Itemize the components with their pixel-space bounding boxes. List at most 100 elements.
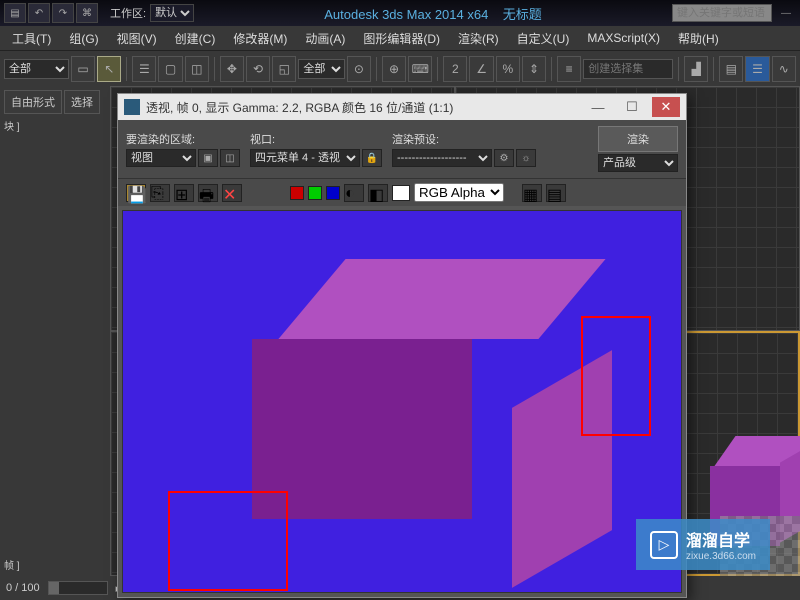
- selection-filter-dropdown[interactable]: 全部: [4, 59, 69, 79]
- workspace-dropdown[interactable]: 默认: [150, 4, 194, 22]
- render-window-icon: [124, 99, 140, 115]
- menu-bar: 工具(T) 组(G) 视图(V) 创建(C) 修改器(M) 动画(A) 图形编辑…: [0, 26, 800, 50]
- snap-angle-button[interactable]: ∠: [469, 56, 493, 82]
- layer-manager-button[interactable]: ☰: [745, 56, 769, 82]
- curve-editor-button[interactable]: ∿: [772, 56, 796, 82]
- ref-coord-dropdown[interactable]: 全部: [298, 59, 344, 79]
- named-selection-button[interactable]: ≡: [557, 56, 581, 82]
- annotation-rect-2: [581, 316, 651, 436]
- redo-button[interactable]: ↷: [52, 3, 74, 23]
- render-setup-button[interactable]: ⚙: [494, 149, 514, 167]
- select-arrow-button[interactable]: ↖: [97, 56, 121, 82]
- rotate-button[interactable]: ⟲: [246, 56, 270, 82]
- edit-region-button[interactable]: ▣: [198, 149, 218, 167]
- menu-modifiers[interactable]: 修改器(M): [225, 28, 295, 49]
- clone-button[interactable]: ⊞: [174, 184, 194, 202]
- separator: [437, 57, 438, 81]
- use-pivot-button[interactable]: ⊙: [347, 56, 371, 82]
- toggle-ui-button[interactable]: ▦: [522, 184, 542, 202]
- color-swatch[interactable]: [392, 185, 410, 201]
- label-frame: 帧 ]: [4, 557, 106, 572]
- clear-button[interactable]: ✕: [222, 184, 242, 202]
- app-title: Autodesk 3ds Max 2014 x64 无标题: [198, 4, 668, 23]
- render-toolbar: 💾 ⎘ ⊞ 🖶 ✕ ◐ ◧ RGB Alpha ▦ ▤: [118, 178, 686, 206]
- separator: [376, 57, 377, 81]
- minimize-button[interactable]: —: [584, 97, 612, 117]
- lock-viewport-button[interactable]: 🔒: [362, 149, 382, 167]
- menu-maxscript[interactable]: MAXScript(X): [579, 29, 668, 47]
- auto-region-button[interactable]: ◫: [220, 149, 240, 167]
- render-window-title: 透视, 帧 0, 显示 Gamma: 2.2, RGBA 颜色 16 位/通道 …: [146, 99, 578, 116]
- separator: [678, 57, 679, 81]
- menu-group[interactable]: 组(G): [61, 28, 106, 49]
- tab-freeform[interactable]: 自由形式: [4, 90, 62, 114]
- save-image-button[interactable]: 💾: [126, 184, 146, 202]
- menu-rendering[interactable]: 渲染(R): [450, 28, 507, 49]
- window-crossing-button[interactable]: ◫: [185, 56, 209, 82]
- move-button[interactable]: ✥: [220, 56, 244, 82]
- production-dropdown[interactable]: 产品级: [598, 154, 678, 172]
- select-by-name-button[interactable]: ☰: [132, 56, 156, 82]
- main-toolbar: 全部 ▭ ↖ ☰ ▢ ◫ ✥ ⟲ ◱ 全部 ⊙ ⊕ ⌨ 2 ∠ % ⇕ ≡ ▟ …: [0, 50, 800, 86]
- spinner-snap-button[interactable]: ⇕: [522, 56, 546, 82]
- ribbon-sidebar: 自由形式 选择 块 ] 帧 ]: [0, 86, 110, 576]
- manipulate-button[interactable]: ⊕: [382, 56, 406, 82]
- scale-button[interactable]: ◱: [272, 56, 296, 82]
- watermark-overlay: ▷ 溜溜自学 zixue.3d66.com: [636, 519, 770, 570]
- snap-percent-button[interactable]: %: [496, 56, 520, 82]
- annotation-rect-1: [168, 491, 288, 591]
- menu-views[interactable]: 视图(V): [109, 28, 165, 49]
- workspace-selector: 工作区: 默认: [110, 4, 194, 22]
- separator: [551, 57, 552, 81]
- menu-animation[interactable]: 动画(A): [297, 28, 353, 49]
- menu-customize[interactable]: 自定义(U): [509, 28, 578, 49]
- viewport-dropdown[interactable]: 四元菜单 4 - 透视: [250, 149, 360, 167]
- channel-dropdown[interactable]: RGB Alpha: [414, 183, 504, 202]
- red-channel-swatch[interactable]: [290, 186, 304, 200]
- separator: [713, 57, 714, 81]
- menu-tools[interactable]: 工具(T): [4, 28, 59, 49]
- alpha-channel-button[interactable]: ◐: [344, 184, 364, 202]
- undo-button[interactable]: ↶: [28, 3, 50, 23]
- tab-selection[interactable]: 选择: [64, 90, 100, 114]
- blue-channel-swatch[interactable]: [326, 186, 340, 200]
- link-button[interactable]: ⌘: [76, 3, 98, 23]
- rectangular-selection-button[interactable]: ▢: [158, 56, 182, 82]
- time-slider[interactable]: [48, 581, 108, 595]
- minimize-button[interactable]: —: [776, 5, 796, 21]
- area-to-render-dropdown[interactable]: 视图: [126, 149, 196, 167]
- render-frame-window: 透视, 帧 0, 显示 Gamma: 2.2, RGBA 颜色 16 位/通道 …: [117, 93, 687, 598]
- green-channel-swatch[interactable]: [308, 186, 322, 200]
- select-object-button[interactable]: ▭: [71, 56, 95, 82]
- toggle-overlay-button[interactable]: ▤: [546, 184, 566, 202]
- copy-image-button[interactable]: ⎘: [150, 184, 170, 202]
- viewport-label: 视口:: [250, 131, 382, 147]
- separator: [214, 57, 215, 81]
- separator: [126, 57, 127, 81]
- app-menu-button[interactable]: ▤: [4, 3, 26, 23]
- help-search-input[interactable]: [672, 4, 772, 22]
- menu-graph-editors[interactable]: 图形编辑器(D): [355, 28, 448, 49]
- maximize-button[interactable]: ☐: [618, 97, 646, 117]
- play-icon: ▷: [650, 531, 678, 559]
- title-bar: ▤ ↶ ↷ ⌘ 工作区: 默认 Autodesk 3ds Max 2014 x6…: [0, 0, 800, 26]
- close-button[interactable]: ✕: [652, 97, 680, 117]
- render-button[interactable]: 渲染: [598, 126, 678, 152]
- print-button[interactable]: 🖶: [198, 184, 218, 202]
- mirror-button[interactable]: ▟: [684, 56, 708, 82]
- align-button[interactable]: ▤: [719, 56, 743, 82]
- menu-help[interactable]: 帮助(H): [670, 28, 727, 49]
- preset-dropdown[interactable]: -------------------: [392, 149, 492, 167]
- snap-2d-button[interactable]: 2: [443, 56, 467, 82]
- render-output-viewport[interactable]: [122, 210, 682, 593]
- environment-button[interactable]: ☼: [516, 149, 536, 167]
- menu-create[interactable]: 创建(C): [167, 28, 224, 49]
- frame-counter: 0 / 100: [6, 582, 40, 594]
- selection-set-input[interactable]: [583, 59, 673, 79]
- label-block: 块 ]: [4, 118, 106, 133]
- quick-access-toolbar: ▤ ↶ ↷ ⌘: [4, 3, 98, 23]
- watermark-url: zixue.3d66.com: [686, 551, 756, 562]
- keyboard-shortcut-button[interactable]: ⌨: [408, 56, 432, 82]
- mono-button[interactable]: ◧: [368, 184, 388, 202]
- render-titlebar[interactable]: 透视, 帧 0, 显示 Gamma: 2.2, RGBA 颜色 16 位/通道 …: [118, 94, 686, 120]
